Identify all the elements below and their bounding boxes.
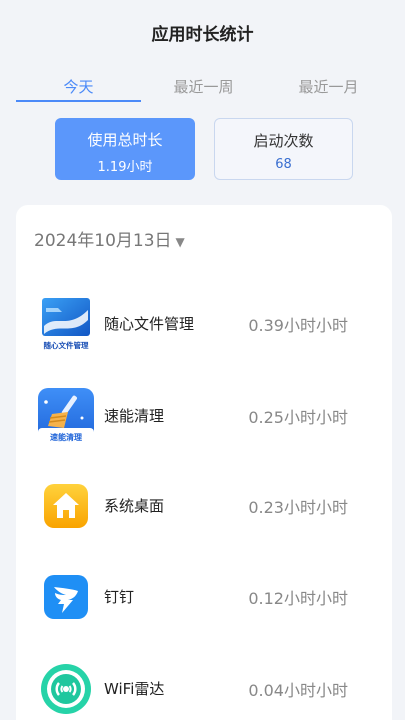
date-selector[interactable]: 2024年10月13日 ▼ [34,226,185,251]
active-tab-indicator [16,100,141,102]
app-usage-time: 0.12小时小时 [248,589,348,608]
app-name: WiFi雷达 [104,680,165,698]
launch-count-value: 68 [275,157,292,172]
usage-duration-label: 使用总时长 [87,131,163,149]
app-usage-time: 0.23小时小时 [248,498,348,517]
tab-last-month[interactable]: 最近一月 [266,76,391,97]
app-name: 随心文件管理 [104,315,195,333]
app-usage-screen: 应用时长统计 今天 最近一周 最近一月 使用总时长 1.19小时 启动次数 68… [0,0,405,720]
list-item[interactable]: 速能清理 速能清理 0.25小时小时 [16,382,392,452]
list-item[interactable]: WiFi雷达 0.04小时小时 [16,655,392,720]
list-item[interactable]: 系统桌面 0.23小时小时 [16,472,392,542]
list-item[interactable]: 钉钉 0.12小时小时 [16,563,392,633]
app-name: 系统桌面 [104,497,165,515]
app-usage-time: 0.39小时小时 [248,316,348,335]
cleaner-icon-caption: 速能清理 [50,432,82,442]
launch-count-card[interactable]: 启动次数 68 [214,118,353,180]
wifi-radar-icon [41,664,91,714]
app-name: 钉钉 [104,588,135,606]
tab-today[interactable]: 今天 [16,76,141,97]
app-usage-time: 0.25小时小时 [248,408,348,427]
dingtalk-icon [44,575,88,619]
broom-cleaner-icon: 速能清理 [38,388,94,444]
app-name: 速能清理 [104,407,165,425]
date-text: 2024年10月13日 [34,231,172,251]
usage-duration-value: 1.19小时 [97,160,153,175]
usage-duration-card[interactable]: 使用总时长 1.19小时 [55,118,195,180]
launch-count-label: 启动次数 [253,132,314,150]
app-usage-list-card: 2024年10月13日 ▼ 随心文件管理 随心文件管理 0.39小时小时 速能清… [16,205,392,720]
page-title: 应用时长统计 [151,25,254,45]
file-manager-icon: 随心文件管理 [42,298,90,350]
file-manager-icon-caption: 随心文件管理 [44,340,89,350]
app-usage-time: 0.04小时小时 [248,681,348,700]
list-item[interactable]: 随心文件管理 随心文件管理 0.39小时小时 [16,290,392,360]
home-icon [44,484,88,528]
tab-last-week[interactable]: 最近一周 [141,76,266,97]
caret-down-icon: ▼ [175,235,185,249]
